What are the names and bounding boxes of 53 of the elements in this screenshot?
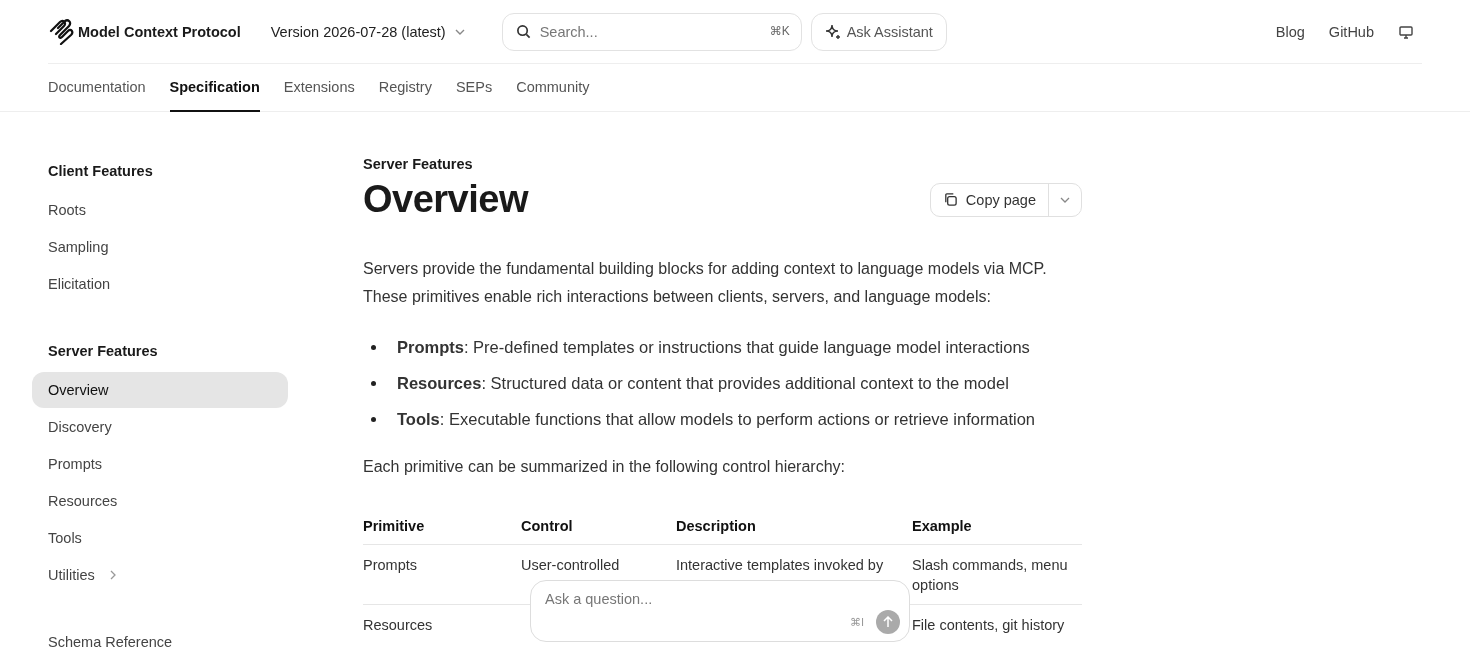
sidebar-item[interactable]: Utilities [32,557,288,593]
table-cell-text: Prompts [363,556,418,575]
sidebar-item[interactable]: Sampling [32,229,288,265]
nav-tab[interactable]: Registry [378,64,432,112]
bullet-text: Prompts: Pre-defined templates or instructions that guide language model interactions [397,337,1030,357]
sidebar-item[interactable]: Roots [32,192,288,228]
search-icon [515,23,531,39]
sidebar-item[interactable]: Overview [32,372,288,408]
table-cell-text: User-controlled [521,556,621,575]
page-title: Overview [363,178,528,221]
copy-icon [942,192,958,207]
brand-name[interactable]: Model Context Protocol [78,23,241,40]
section-label: Server Features [363,156,474,172]
nav-tab[interactable]: Extensions [283,64,355,112]
header-link[interactable]: GitHub [1328,23,1374,40]
copy-page-button-group[interactable]: Copy page [929,182,1082,217]
monitor-icon[interactable] [1398,23,1414,40]
bullet-dot [371,380,376,386]
logo-icon[interactable] [48,18,74,45]
sidebar-item[interactable]: Discovery [32,409,288,445]
column-header: Control [521,517,574,536]
shortcut-hint: ⌘K [769,23,790,38]
nav-tab[interactable]: SEPs [455,64,493,112]
column-header: Primitive [363,517,426,536]
nav-tab[interactable]: Documentation [48,64,146,112]
table-cell-text: Slash commands, menu options [912,556,1069,595]
sidebar-item[interactable]: Resources [32,483,288,519]
column-header: Example [912,517,973,536]
nav-tab[interactable]: Community [516,64,590,112]
copy-page-button[interactable]: Copy page [930,183,1049,216]
ask-assistant-button[interactable]: Ask Assistant [810,12,947,51]
sparkle-icon [824,23,841,40]
sidebar-heading: Client Features [47,163,154,179]
sidebar-item[interactable]: Schema Reference [32,624,288,660]
bullet-dot [371,344,376,350]
nav-tab[interactable]: Specification [169,64,260,112]
bullet-text: Tools: Executable functions that allow models to perform actions or retrieve information [397,409,1035,429]
table-cell-text: Interactive templates invoked by [676,556,885,575]
sidebar-item[interactable]: Tools [32,520,288,556]
sidebar-item[interactable]: Prompts [32,446,288,482]
header-link[interactable]: Blog [1275,23,1305,40]
paragraph: Each primitive can be summarized in the following control hierarchy: [363,457,846,477]
column-header: Description [676,517,757,536]
intro-paragraph: Servers provide the fundamental building blocks for adding context to language models via MCP. These primitives enable rich interactions between clients, servers, and language models: [363,259,1048,307]
table-cell-text: File contents, git history [912,616,1066,633]
table-cell-text: Resources [363,616,434,633]
shortcut-hint: ⌘I [849,615,864,629]
bullet-dot [371,416,376,422]
version-selector[interactable]: Version 2026-07-28 (latest) [270,23,466,40]
sidebar-heading: Server Features [47,343,159,359]
arrow-up-icon [882,616,894,628]
bullet-text: Resources: Structured data or content that provides additional context to the model [397,373,1009,393]
sidebar-item[interactable]: Elicitation [32,266,288,302]
